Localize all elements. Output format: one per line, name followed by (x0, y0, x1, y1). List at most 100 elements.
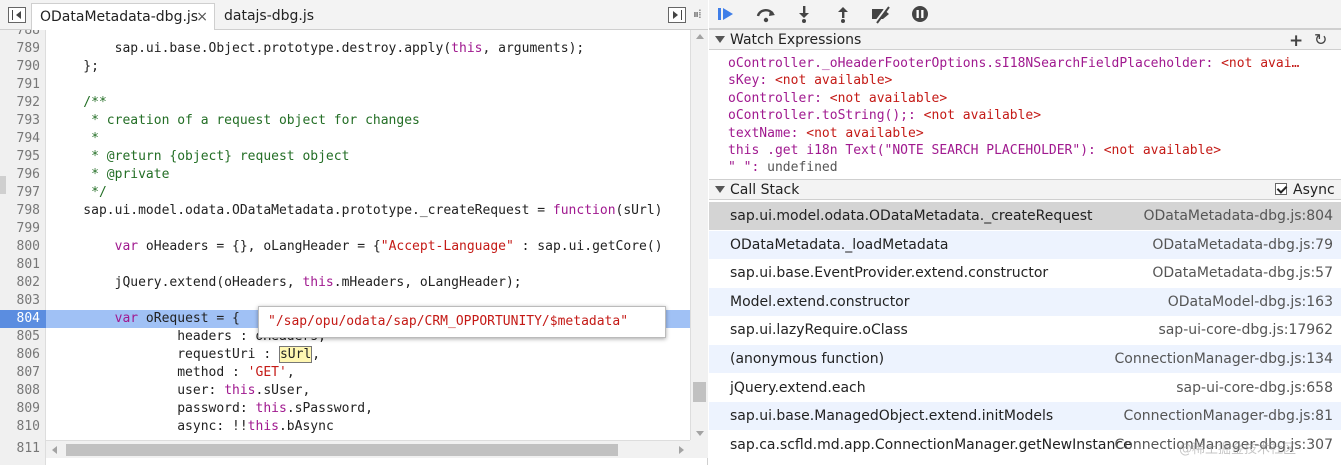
call-frame[interactable]: sap.ui.base.EventProvider.extend.constru… (709, 259, 1341, 287)
add-expression-icon[interactable]: + (1289, 31, 1303, 51)
line-number[interactable]: 809 (0, 400, 40, 418)
code-line[interactable]: 806 requestUri : sUrl, (0, 346, 690, 364)
watch-expression-row[interactable]: oController: <not available> (728, 90, 1338, 107)
frame-location-link[interactable]: sap-ui-core-dbg.js:658 (1176, 380, 1333, 396)
call-stack-header[interactable]: Call Stack Async (709, 179, 1341, 200)
line-number[interactable]: 807 (0, 364, 40, 382)
code-line[interactable]: 808 user: this.sUser, (0, 382, 690, 400)
code-line[interactable]: 810 async: !!this.bAsync (0, 418, 690, 436)
watch-expression-row[interactable]: " ": undefined (728, 159, 1338, 176)
watch-expression-row[interactable]: textName: <not available> (728, 125, 1338, 142)
tab-odatametadata[interactable]: ODataMetadata-dbg.js × (31, 3, 215, 30)
line-number[interactable]: 798 (0, 202, 40, 220)
call-frame-selected[interactable]: sap.ui.model.odata.ODataMetadata._create… (709, 202, 1341, 230)
code-line[interactable]: 796 * @private (0, 166, 690, 184)
refresh-icon[interactable]: ↻ (1314, 30, 1327, 49)
close-icon[interactable]: × (196, 9, 208, 25)
line-number[interactable]: 799 (0, 220, 40, 238)
watch-value: <not avai… (1221, 56, 1300, 71)
line-number[interactable]: 794 (0, 130, 40, 148)
frame-location-link[interactable]: ODataModel-dbg.js:163 (1168, 294, 1333, 310)
frame-location-link[interactable]: ODataMetadata-dbg.js:79 (1152, 237, 1333, 253)
resume-icon[interactable] (715, 4, 739, 24)
tab-overflow-icon[interactable]: ⏸⁞ (693, 7, 702, 22)
code-token: * @private (52, 167, 170, 182)
line-number[interactable]: 791 (0, 76, 40, 94)
line-number[interactable]: 804 (0, 310, 46, 328)
frame-location-link[interactable]: ConnectionManager-dbg.js:134 (1115, 351, 1333, 367)
line-number[interactable]: 792 (0, 94, 40, 112)
line-number[interactable]: 797 (0, 184, 40, 202)
source-pane: ODataMetadata-dbg.js × datajs-dbg.js ⏸⁞ … (0, 0, 708, 465)
code-line[interactable]: 799 (0, 220, 690, 238)
line-number[interactable]: 806 (0, 346, 40, 364)
watch-expression-row[interactable]: sKey: <not available> (728, 72, 1338, 89)
code-line[interactable]: 788 (0, 30, 690, 40)
scroll-thumb[interactable] (66, 444, 618, 456)
code-line[interactable]: 800 var oHeaders = {}, oLangHeader = {"A… (0, 238, 690, 256)
horizontal-scrollbar[interactable] (46, 440, 690, 458)
line-number[interactable]: 788 (0, 30, 40, 40)
frame-location-link[interactable]: ODataMetadata-dbg.js:57 (1152, 265, 1333, 281)
code-line[interactable]: 793 * creation of a request object for c… (0, 112, 690, 130)
line-number[interactable]: 810 (0, 418, 40, 436)
step-over-icon[interactable] (754, 4, 778, 24)
line-number[interactable]: 805 (0, 328, 40, 346)
code-line[interactable]: 791 (0, 76, 690, 94)
editor-tab-bar: ODataMetadata-dbg.js × datajs-dbg.js ⏸⁞ (0, 0, 708, 30)
code-line[interactable]: 801 (0, 256, 690, 274)
line-number[interactable]: 801 (0, 256, 40, 274)
code-line[interactable]: 802 jQuery.extend(oHeaders, this.mHeader… (0, 274, 690, 292)
tab-datajs[interactable]: datajs-dbg.js (216, 3, 322, 30)
scroll-thumb[interactable] (693, 382, 706, 402)
code-token: sap.ui.base.Object.prototype.destroy.app… (52, 41, 452, 56)
line-number[interactable]: 808 (0, 382, 40, 400)
deactivate-breakpoints-icon[interactable] (869, 4, 893, 24)
async-checkbox[interactable] (1275, 183, 1287, 195)
code-line[interactable]: 807 method : 'GET', (0, 364, 690, 382)
line-number[interactable]: 802 (0, 274, 40, 292)
call-frame[interactable]: jQuery.extend.each sap-ui-core-dbg.js:658 (709, 374, 1341, 402)
frame-location-link[interactable]: ODataMetadata-dbg.js:804 (1143, 208, 1333, 224)
scroll-left-icon[interactable] (52, 446, 57, 454)
watch-separator: : (759, 73, 775, 89)
toggle-debugger-icon[interactable] (668, 7, 686, 23)
frame-location-link[interactable]: ConnectionManager-dbg.js:81 (1123, 408, 1333, 424)
call-frame[interactable]: sap.ui.base.ManagedObject.extend.initMod… (709, 402, 1341, 431)
call-frame[interactable]: (anonymous function) ConnectionManager-db… (709, 345, 1341, 373)
splitter-handle[interactable] (0, 176, 6, 194)
scroll-down-icon[interactable] (696, 431, 704, 436)
call-frame[interactable]: ODataMetadata._loadMetadata ODataMetadata… (709, 230, 1341, 259)
code-line[interactable]: 795 * @return {object} request object (0, 148, 690, 166)
code-line[interactable]: 798 sap.ui.model.odata.ODataMetadata.pro… (0, 202, 690, 220)
line-number[interactable]: 789 (0, 40, 40, 58)
code-line[interactable]: 790 }; (0, 58, 690, 76)
code-line[interactable]: 792 /** (0, 94, 690, 112)
line-number[interactable]: 803 (0, 292, 40, 310)
step-out-icon[interactable] (831, 4, 855, 24)
vertical-scrollbar[interactable] (690, 30, 708, 440)
watch-expression-row[interactable]: oController.toString();: <not available> (728, 107, 1338, 124)
line-number[interactable]: 796 (0, 166, 40, 184)
line-number[interactable]: 800 (0, 238, 40, 256)
watch-expression-row[interactable]: this .get i18n Text("NOTE SEARCH PLACEHO… (728, 142, 1338, 159)
line-number[interactable]: 790 (0, 58, 40, 76)
code-line[interactable]: 789 sap.ui.base.Object.prototype.destroy… (0, 40, 690, 58)
line-number[interactable]: 793 (0, 112, 40, 130)
code-line[interactable]: 797 */ (0, 184, 690, 202)
scroll-right-icon[interactable] (679, 446, 684, 454)
watch-expressions-header[interactable]: Watch Expressions + ↻ (709, 29, 1341, 51)
code-line[interactable]: 794 * (0, 130, 690, 148)
code-editor[interactable]: 788 789 sap.ui.base.Object.prototype.dest… (0, 30, 690, 440)
pause-on-exceptions-icon[interactable] (908, 4, 932, 24)
scroll-up-icon[interactable] (696, 34, 704, 39)
call-frame[interactable]: sap.ui.lazyRequire.oClass sap-ui-core-dbg… (709, 316, 1341, 344)
call-frame[interactable]: Model.extend.constructor ODataModel-dbg.j… (709, 287, 1341, 316)
watch-expression-row[interactable]: oController._oHeaderFooterOptions.sI18NS… (728, 55, 1338, 72)
step-into-icon[interactable] (792, 4, 816, 24)
line-number[interactable]: 795 (0, 148, 40, 166)
code-line[interactable]: 809 password: this.sPassword, (0, 400, 690, 418)
code-text: async: !!this.bAsync (52, 418, 334, 436)
toggle-navigator-icon[interactable] (8, 7, 26, 23)
frame-location-link[interactable]: sap-ui-core-dbg.js:17962 (1158, 322, 1333, 338)
